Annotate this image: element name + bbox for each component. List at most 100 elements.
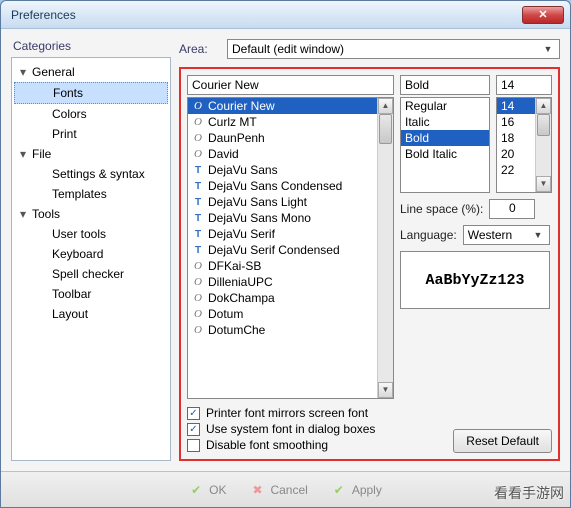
scroll-thumb[interactable] [379,114,392,144]
font-option[interactable]: TDejaVu Sans Mono [188,210,393,226]
chevron-down-icon: ▼ [531,230,545,240]
scroll-thumb[interactable] [537,114,550,136]
tree-item-settings-syntax[interactable]: Settings & syntax [12,164,170,184]
font-option[interactable]: ODokChampa [188,290,393,306]
right-controls: Line space (%): 0 Language: Western ▼ A [400,199,550,309]
area-label: Area: [179,42,219,56]
tree-item-user-tools[interactable]: User tools [12,224,170,244]
font-type-icon: O [192,276,204,288]
font-name-column: Courier New OCourier NewOCurlz MTODaunPe… [187,75,394,399]
font-type-icon: O [192,260,204,272]
font-type-icon: O [192,100,204,112]
main-panel: Area: Default (edit window) ▼ Courier Ne… [179,39,560,461]
language-combobox[interactable]: Western ▼ [463,225,550,245]
font-option[interactable]: ODFKai-SB [188,258,393,274]
font-type-icon: T [192,165,204,176]
font-option[interactable]: TDejaVu Sans Condensed [188,178,393,194]
checkbox-group: ✓ Printer font mirrors screen font ✓ Use… [187,405,375,453]
font-option[interactable]: ODaunPenh [188,130,393,146]
tree-group-general[interactable]: ▾General [12,62,170,82]
tree-item-colors[interactable]: Colors [12,104,170,124]
scroll-down-icon[interactable]: ▼ [378,382,393,398]
font-option[interactable]: TDejaVu Sans [188,162,393,178]
font-option[interactable]: OCourier New [188,98,393,114]
font-size-input[interactable]: 14 [496,75,552,95]
footer: ✔ OK ✖ Cancel ✔ Apply 看看手游网 [1,471,570,507]
scrollbar[interactable]: ▲ ▼ [535,98,551,192]
collapse-icon: ▾ [20,206,30,222]
close-button[interactable]: ✕ [522,6,564,24]
font-type-icon: O [192,292,204,304]
font-option[interactable]: ODotumChe [188,322,393,338]
style-option[interactable]: Regular [401,98,489,114]
tree-group-file[interactable]: ▾File [12,144,170,164]
tree-item-spell-checker[interactable]: Spell checker [12,264,170,284]
style-option[interactable]: Bold Italic [401,146,489,162]
checkbox-icon: ✓ [187,407,200,420]
area-value: Default (edit window) [232,42,344,56]
titlebar: Preferences ✕ [1,1,570,29]
apply-button[interactable]: ✔ Apply [332,483,382,497]
collapse-icon: ▾ [20,64,30,80]
scrollbar[interactable]: ▲ ▼ [377,98,393,398]
font-type-icon: T [192,213,204,224]
scroll-down-icon[interactable]: ▼ [536,176,551,192]
disable-smoothing-checkbox[interactable]: Disable font smoothing [187,437,375,453]
font-type-icon: O [192,132,204,144]
scroll-up-icon[interactable]: ▲ [378,98,393,114]
checkbox-icon [187,439,200,452]
chevron-down-icon: ▼ [541,44,555,54]
preferences-window: Preferences ✕ Categories ▾GeneralFontsCo… [0,0,571,508]
checkbox-icon: ✓ [187,423,200,436]
font-option[interactable]: TDejaVu Serif [188,226,393,242]
style-option[interactable]: Italic [401,114,489,130]
reset-default-button[interactable]: Reset Default [453,429,552,453]
cancel-button[interactable]: ✖ Cancel [250,483,307,497]
printer-font-checkbox[interactable]: ✓ Printer font mirrors screen font [187,405,375,421]
categories-label: Categories [11,39,171,53]
tree-item-fonts[interactable]: Fonts [14,82,168,104]
font-option[interactable]: ODavid [188,146,393,162]
font-preview: AaBbYyZz123 [400,251,550,309]
linespace-input[interactable]: 0 [489,199,535,219]
font-type-icon: O [192,308,204,320]
font-option[interactable]: TDejaVu Sans Light [188,194,393,210]
font-type-icon: O [192,148,204,160]
ok-button[interactable]: ✔ OK [189,483,226,497]
font-settings-group: Courier New OCourier NewOCurlz MTODaunPe… [179,67,560,461]
tree-item-templates[interactable]: Templates [12,184,170,204]
bottom-row: ✓ Printer font mirrors screen font ✓ Use… [187,405,552,453]
font-option[interactable]: OCurlz MT [188,114,393,130]
font-name-input[interactable]: Courier New [187,75,394,95]
area-row: Area: Default (edit window) ▼ [179,39,560,61]
watermark: 看看手游网 [494,483,564,503]
categories-tree[interactable]: ▾GeneralFontsColorsPrint▾FileSettings & … [11,57,171,461]
apply-icon: ✔ [332,483,346,497]
tree-group-tools[interactable]: ▾Tools [12,204,170,224]
font-type-icon: T [192,229,204,240]
style-option[interactable]: Bold [401,130,489,146]
font-name-listbox[interactable]: OCourier NewOCurlz MTODaunPenhODavidTDej… [187,97,394,399]
font-type-icon: T [192,197,204,208]
font-style-listbox[interactable]: RegularItalicBoldBold Italic [400,97,490,193]
font-style-input[interactable]: Bold [400,75,490,95]
font-size-column: 14 1416182022 ▲ ▼ [496,75,552,193]
tree-item-print[interactable]: Print [12,124,170,144]
linespace-label: Line space (%): [400,202,483,216]
font-type-icon: T [192,245,204,256]
collapse-icon: ▾ [20,146,30,162]
area-combobox[interactable]: Default (edit window) ▼ [227,39,560,59]
scroll-up-icon[interactable]: ▲ [536,98,551,114]
font-option[interactable]: ODotum [188,306,393,322]
font-option[interactable]: TDejaVu Serif Condensed [188,242,393,258]
language-label: Language: [400,228,457,242]
content-area: Categories ▾GeneralFontsColorsPrint▾File… [1,29,570,471]
tree-item-toolbar[interactable]: Toolbar [12,284,170,304]
font-size-listbox[interactable]: 1416182022 ▲ ▼ [496,97,552,193]
font-option[interactable]: ODilleniaUPC [188,274,393,290]
tree-item-keyboard[interactable]: Keyboard [12,244,170,264]
tree-item-layout[interactable]: Layout [12,304,170,324]
font-type-icon: O [192,324,204,336]
check-icon: ✔ [189,483,203,497]
system-font-checkbox[interactable]: ✓ Use system font in dialog boxes [187,421,375,437]
